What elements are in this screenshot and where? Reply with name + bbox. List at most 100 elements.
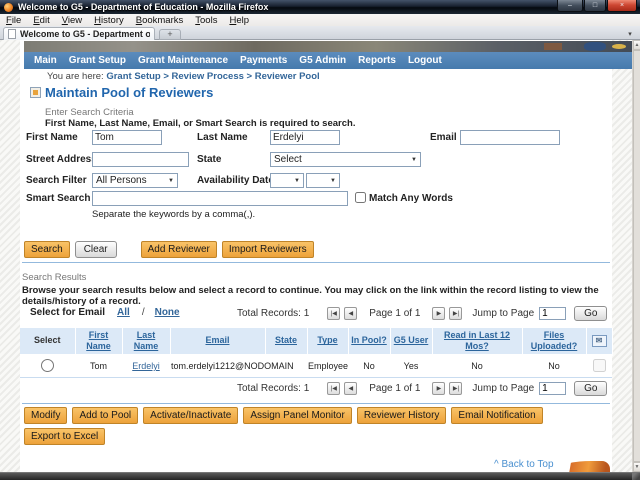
- back-to-top-link[interactable]: ^ Back to Top: [494, 459, 554, 470]
- total-records: Total Records: 1: [237, 308, 309, 319]
- jump-to-page-label: Jump to Page: [472, 383, 534, 394]
- column-header-last-name[interactable]: Last Name: [122, 328, 170, 355]
- maximize-button[interactable]: □: [584, 0, 606, 12]
- menu-help[interactable]: Help: [223, 15, 255, 26]
- new-tab-button[interactable]: +: [159, 29, 181, 40]
- assign-panel-monitor-button[interactable]: Assign Panel Monitor: [243, 407, 352, 424]
- add-reviewer-button[interactable]: Add Reviewer: [141, 241, 217, 258]
- jump-to-page-label: Jump to Page: [472, 308, 534, 319]
- menu-bookmarks[interactable]: Bookmarks: [130, 15, 190, 26]
- jump-to-page-input[interactable]: [539, 307, 566, 320]
- section-divider: [22, 403, 610, 404]
- page-title-icon: [30, 87, 41, 98]
- smart-search-hint: Separate the keywords by a comma(,).: [92, 209, 255, 220]
- menu-file[interactable]: File: [0, 15, 27, 26]
- add-to-pool-button[interactable]: Add to Pool: [72, 407, 138, 424]
- email-label: Email: [430, 132, 457, 143]
- nav-payments[interactable]: Payments: [240, 55, 287, 66]
- first-page-button[interactable]: |◀: [327, 307, 340, 320]
- column-header-in-pool[interactable]: In Pool?: [348, 328, 390, 355]
- column-header-type[interactable]: Type: [307, 328, 348, 355]
- caret-up-icon: ^: [494, 459, 499, 470]
- breadcrumb-prefix: You are here:: [47, 71, 104, 82]
- export-to-excel-button[interactable]: Export to Excel: [24, 428, 105, 445]
- match-any-words-label: Match Any Words: [369, 193, 453, 204]
- envelope-icon: ✉: [592, 335, 607, 347]
- minimize-button[interactable]: –: [557, 0, 583, 12]
- select-record-radio[interactable]: [41, 359, 54, 372]
- next-page-button[interactable]: ▶: [432, 307, 445, 320]
- jump-to-page-input[interactable]: [539, 382, 566, 395]
- street-address-input[interactable]: [92, 152, 189, 167]
- search-button[interactable]: Search: [24, 241, 70, 258]
- scrollbar-thumb[interactable]: [633, 50, 640, 462]
- reviewer-history-button[interactable]: Reviewer History: [357, 407, 447, 424]
- availability-day-select[interactable]: ▼: [306, 173, 340, 188]
- select-none-link[interactable]: None: [153, 307, 182, 318]
- modify-button[interactable]: Modify: [24, 407, 67, 424]
- smart-search-input[interactable]: [92, 191, 348, 206]
- tab-list-icon[interactable]: ▾: [623, 28, 637, 39]
- window-titlebar: Welcome to G5 - Department of Education …: [0, 0, 640, 14]
- last-name-link[interactable]: Erdelyi: [132, 361, 160, 371]
- column-header-first-name[interactable]: First Name: [75, 328, 122, 355]
- import-reviewers-button[interactable]: Import Reviewers: [222, 241, 314, 258]
- browser-tab[interactable]: Welcome to G5 - Department of Edu...: [3, 27, 155, 40]
- last-page-button[interactable]: ▶|: [449, 382, 462, 395]
- scroll-down-icon[interactable]: ▼: [633, 462, 640, 472]
- search-filter-label: Search Filter: [26, 175, 87, 186]
- scroll-up-icon[interactable]: ▲: [633, 40, 640, 50]
- first-name-input[interactable]: [92, 130, 162, 145]
- vertical-scrollbar[interactable]: ▲ ▼: [632, 40, 640, 472]
- select-all-link[interactable]: All: [115, 307, 132, 318]
- menu-history[interactable]: History: [88, 15, 130, 26]
- previous-page-button[interactable]: ◀: [344, 307, 357, 320]
- page-indicator: Page 1 of 1: [369, 383, 420, 394]
- clear-button[interactable]: Clear: [75, 241, 117, 258]
- nav-grant-setup[interactable]: Grant Setup: [69, 55, 126, 66]
- menu-view[interactable]: View: [56, 15, 88, 26]
- next-page-button[interactable]: ▶: [432, 382, 445, 395]
- previous-page-button[interactable]: ◀: [344, 382, 357, 395]
- search-actions: Search Clear Add Reviewer Import Reviewe…: [24, 241, 319, 258]
- column-header-email-select: ✉: [586, 328, 612, 355]
- go-button[interactable]: Go: [574, 306, 607, 321]
- go-button[interactable]: Go: [574, 381, 607, 396]
- nav-main[interactable]: Main: [34, 55, 57, 66]
- pagination-bottom: Total Records: 1 |◀ ◀ Page 1 of 1 ▶ ▶| J…: [237, 380, 607, 397]
- cell-in-pool: No: [348, 355, 390, 378]
- cell-type: Employee: [307, 355, 348, 378]
- breadcrumb-path[interactable]: Grant Setup > Review Process > Reviewer …: [106, 71, 319, 82]
- last-name-input[interactable]: [270, 130, 340, 145]
- email-input[interactable]: [460, 130, 560, 145]
- page-indicator: Page 1 of 1: [369, 308, 420, 319]
- close-button[interactable]: ×: [607, 0, 637, 12]
- cell-read-12-mos: No: [432, 355, 522, 378]
- record-actions-row-2: Export to Excel: [24, 428, 110, 445]
- last-page-button[interactable]: ▶|: [449, 307, 462, 320]
- nav-g5-admin[interactable]: G5 Admin: [299, 55, 346, 66]
- results-heading: Search Results: [22, 272, 86, 283]
- first-page-button[interactable]: |◀: [327, 382, 340, 395]
- menu-tools[interactable]: Tools: [189, 15, 223, 26]
- match-any-words-checkbox[interactable]: [355, 192, 366, 203]
- nav-logout[interactable]: Logout: [408, 55, 442, 66]
- nav-reports[interactable]: Reports: [358, 55, 396, 66]
- nav-grant-maintenance[interactable]: Grant Maintenance: [138, 55, 228, 66]
- results-table: Select First Name Last Name Email State …: [20, 328, 613, 378]
- firefox-icon: [4, 3, 13, 12]
- activate-inactivate-button[interactable]: Activate/Inactivate: [143, 407, 238, 424]
- state-select[interactable]: Select ▼: [270, 152, 421, 167]
- email-notification-button[interactable]: Email Notification: [451, 407, 542, 424]
- column-header-g5-user[interactable]: G5 User: [390, 328, 432, 355]
- column-header-state[interactable]: State: [265, 328, 307, 355]
- menu-edit[interactable]: Edit: [27, 15, 55, 26]
- tab-title: Welcome to G5 - Department of Edu...: [20, 29, 150, 39]
- search-filter-select[interactable]: All Persons ▼: [92, 173, 178, 188]
- availability-month-select[interactable]: ▼: [270, 173, 304, 188]
- select-for-email-label: Select for Email: [30, 307, 105, 318]
- cell-g5-user: Yes: [390, 355, 432, 378]
- column-header-files-uploaded[interactable]: Files Uploaded?: [522, 328, 586, 355]
- column-header-email[interactable]: Email: [170, 328, 265, 355]
- column-header-read-12-mos[interactable]: Read in Last 12 Mos?: [432, 328, 522, 355]
